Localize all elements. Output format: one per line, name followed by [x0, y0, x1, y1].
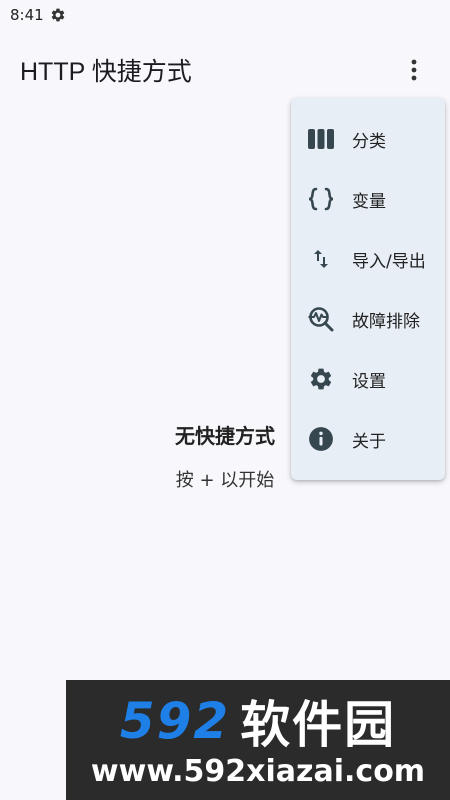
status-bar: 8:41	[0, 0, 450, 30]
watermark-number: 592	[119, 692, 231, 750]
menu-item-label: 分类	[352, 131, 386, 152]
menu-item-label: 故障排除	[352, 311, 420, 332]
columns-icon	[307, 125, 335, 153]
gear-icon	[50, 7, 66, 23]
braces-icon	[307, 185, 335, 213]
menu-item-categories[interactable]: 分类	[291, 109, 445, 169]
watermark-brand: 软件园	[240, 696, 397, 754]
overflow-menu: 分类 变量 导入/导出 故障排除 设置 关于	[291, 98, 445, 480]
menu-item-label: 变量	[352, 191, 386, 212]
menu-item-label: 导入/导出	[352, 251, 426, 272]
more-vert-icon[interactable]	[402, 56, 426, 84]
status-time: 8:41	[10, 6, 44, 24]
swap-vert-icon	[307, 245, 335, 273]
info-icon	[307, 425, 335, 453]
menu-item-label: 设置	[352, 371, 386, 392]
gear-icon	[307, 365, 335, 393]
page-title: HTTP 快捷方式	[20, 58, 192, 86]
menu-item-label: 关于	[352, 431, 386, 452]
menu-item-import-export[interactable]: 导入/导出	[291, 229, 445, 289]
menu-item-variables[interactable]: 变量	[291, 169, 445, 229]
menu-item-settings[interactable]: 设置	[291, 349, 445, 409]
troubleshoot-icon	[307, 305, 335, 333]
menu-item-troubleshooting[interactable]: 故障排除	[291, 289, 445, 349]
menu-item-about[interactable]: 关于	[291, 409, 445, 469]
watermark-logo: 592 软件园	[66, 692, 450, 754]
watermark-url: www.592xiazai.com	[90, 754, 426, 789]
watermark-banner: 592 软件园 www.592xiazai.com	[66, 680, 450, 800]
